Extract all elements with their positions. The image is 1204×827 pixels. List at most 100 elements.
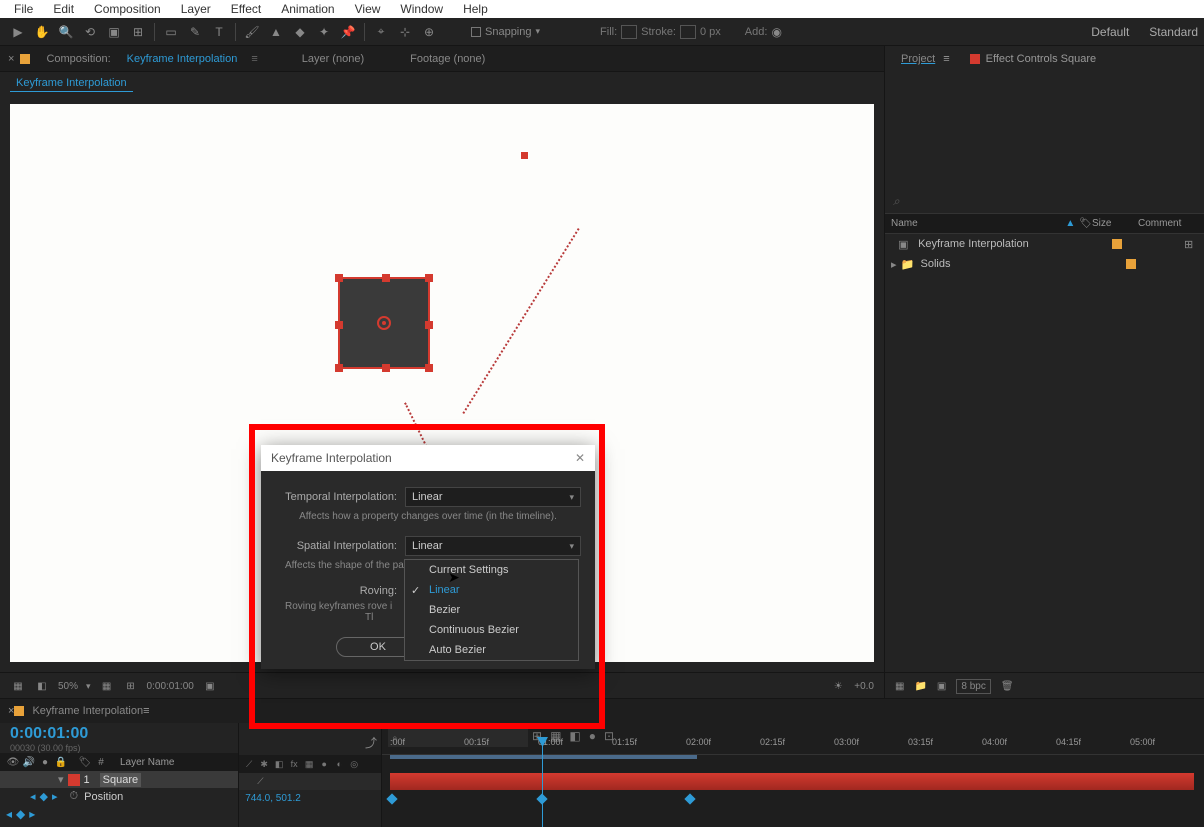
col-size[interactable]: Size xyxy=(1092,218,1138,229)
clone-tool-icon[interactable]: ▲ xyxy=(266,22,286,42)
preview-time[interactable]: 0:00:01:00 xyxy=(147,681,194,692)
project-tab[interactable]: Project xyxy=(893,49,943,69)
roto-tool-icon[interactable]: ✦ xyxy=(314,22,334,42)
adjust-col-icon[interactable]: ◐ xyxy=(333,759,345,769)
option-bezier[interactable]: Bezier xyxy=(405,600,578,620)
option-linear[interactable]: Linear xyxy=(405,580,578,600)
pan-behind-tool-icon[interactable]: ⊞ xyxy=(128,22,148,42)
keyframe-diamond[interactable] xyxy=(684,793,695,804)
zoom-level[interactable]: 50% xyxy=(58,681,78,692)
col-comment[interactable]: Comment xyxy=(1138,218,1198,229)
transform-handle[interactable] xyxy=(335,364,343,372)
menu-help[interactable]: Help xyxy=(453,0,498,18)
keyframe-toggle-icon[interactable]: ◆ xyxy=(40,790,48,803)
exposure-icon[interactable]: ☀ xyxy=(830,681,846,692)
video-switch-icon[interactable]: 👁 xyxy=(6,757,20,768)
rectangle-tool-icon[interactable]: ▭ xyxy=(161,22,181,42)
temporal-select[interactable]: Linear▾ xyxy=(405,487,581,507)
work-area-bar[interactable] xyxy=(390,755,697,759)
fill-swatch[interactable] xyxy=(621,25,637,39)
local-axis-icon[interactable]: ⌖ xyxy=(371,22,391,42)
layer-name-col[interactable]: Layer Name xyxy=(120,757,174,768)
snapping-toggle[interactable]: Snapping ▾ xyxy=(471,26,540,38)
motion-blur-col-icon[interactable]: ● xyxy=(318,759,330,769)
tag-icon[interactable]: 🏷 xyxy=(1079,218,1092,229)
label-swatch[interactable] xyxy=(1126,259,1136,269)
menu-edit[interactable]: Edit xyxy=(43,0,84,18)
transform-handle[interactable] xyxy=(335,321,343,329)
option-auto-bezier[interactable]: Auto Bezier xyxy=(405,640,578,660)
keyframe-nav-next-icon[interactable]: ▸ xyxy=(52,790,58,803)
resolution-icon[interactable]: ▦ xyxy=(99,681,115,692)
pen-tool-icon[interactable]: ✎ xyxy=(185,22,205,42)
close-icon[interactable]: ✕ xyxy=(575,451,585,465)
transform-handle[interactable] xyxy=(425,274,433,282)
camera-tool-icon[interactable]: ▣ xyxy=(104,22,124,42)
grid-icon[interactable]: ⊞ xyxy=(123,681,139,692)
transform-handle[interactable] xyxy=(382,364,390,372)
project-item-folder[interactable]: ▸ 📁 Solids xyxy=(885,254,1204,274)
label-col-icon[interactable]: 🏷 xyxy=(78,757,92,768)
exposure-value[interactable]: +0.0 xyxy=(854,681,874,692)
stroke-width[interactable]: 0 px xyxy=(700,26,721,38)
add-button-icon[interactable]: ◉ xyxy=(771,25,781,39)
brush-tool-icon[interactable]: 🖌 xyxy=(242,22,262,42)
playhead[interactable] xyxy=(542,737,543,827)
lock-switch-icon[interactable]: 🔒 xyxy=(54,757,68,768)
orbit-tool-icon[interactable]: ⟲ xyxy=(80,22,100,42)
effect-controls-tab[interactable]: Effect Controls Square xyxy=(986,53,1096,65)
shy-col-icon[interactable]: ⟋ xyxy=(243,759,255,770)
panel-menu-icon[interactable]: ≡ xyxy=(143,705,149,717)
keyframe-diamond[interactable] xyxy=(386,793,397,804)
timeline-tab[interactable]: Keyframe Interpolation xyxy=(32,705,143,717)
transform-handle[interactable] xyxy=(382,274,390,282)
keyframe-nav-prev-icon[interactable]: ◂ xyxy=(30,790,36,803)
panel-menu-icon[interactable]: ≡ xyxy=(943,53,949,65)
prev-icon[interactable]: ◂ xyxy=(6,807,12,821)
property-value[interactable]: 744.0, 501.2 xyxy=(239,790,381,807)
world-axis-icon[interactable]: ⊹ xyxy=(395,22,415,42)
frame-blend-col-icon[interactable]: ▦ xyxy=(303,759,315,770)
menu-composition[interactable]: Composition xyxy=(84,0,171,18)
label-swatch[interactable] xyxy=(1112,239,1122,249)
property-row[interactable]: ◂ ◆ ▸ ⏱ Position xyxy=(0,788,238,805)
timecode[interactable]: 0:00:01:00 xyxy=(0,723,238,743)
region-icon[interactable]: ▣ xyxy=(202,681,218,692)
toggle-icon[interactable]: ◆ xyxy=(16,807,25,821)
flowchart-icon[interactable]: ⊞ xyxy=(1184,238,1198,251)
footage-tab[interactable]: Footage (none) xyxy=(402,49,493,69)
workspace-default[interactable]: Default xyxy=(1091,25,1129,39)
view-axis-icon[interactable]: ⊕ xyxy=(419,22,439,42)
close-tab-icon[interactable]: × xyxy=(8,53,14,65)
menu-effect[interactable]: Effect xyxy=(221,0,271,18)
3d-col-icon[interactable]: ◎ xyxy=(348,759,360,770)
menu-layer[interactable]: Layer xyxy=(171,0,221,18)
fx-col-icon[interactable]: fx xyxy=(288,759,300,769)
layer-switches[interactable]: ⟋ xyxy=(239,773,381,790)
quality-col-icon[interactable]: ◧ xyxy=(273,759,285,770)
layer-tab[interactable]: Layer (none) xyxy=(294,49,372,69)
breadcrumb-item[interactable]: Keyframe Interpolation xyxy=(10,75,133,92)
menu-view[interactable]: View xyxy=(345,0,391,18)
workspace-standard[interactable]: Standard xyxy=(1149,25,1198,39)
col-name[interactable]: Name xyxy=(891,218,1065,229)
new-folder-icon[interactable]: 📁 xyxy=(914,681,926,692)
panel-menu-icon[interactable]: ≡ xyxy=(251,53,257,65)
layer-label-swatch[interactable] xyxy=(68,774,80,786)
audio-switch-icon[interactable]: 🔊 xyxy=(22,757,36,768)
hand-tool-icon[interactable]: ✋ xyxy=(32,22,52,42)
trash-icon[interactable]: 🗑 xyxy=(1001,681,1014,692)
keyframe-point[interactable] xyxy=(520,151,529,160)
anchor-point-icon[interactable] xyxy=(377,316,391,330)
eraser-tool-icon[interactable]: ◆ xyxy=(290,22,310,42)
solo-switch-icon[interactable]: ● xyxy=(38,757,52,768)
layer-name[interactable]: Square xyxy=(100,773,141,787)
transform-handle[interactable] xyxy=(335,274,343,282)
option-current-settings[interactable]: Current Settings xyxy=(405,560,578,580)
puppet-tool-icon[interactable]: 📌 xyxy=(338,22,358,42)
expand-layer-icon[interactable]: ▾ xyxy=(58,773,64,786)
stopwatch-icon[interactable]: ⏱ xyxy=(70,790,79,803)
collapse-col-icon[interactable]: ✱ xyxy=(258,759,270,770)
dialog-titlebar[interactable]: Keyframe Interpolation ✕ xyxy=(261,445,595,471)
zoom-tool-icon[interactable]: 🔍 xyxy=(56,22,76,42)
